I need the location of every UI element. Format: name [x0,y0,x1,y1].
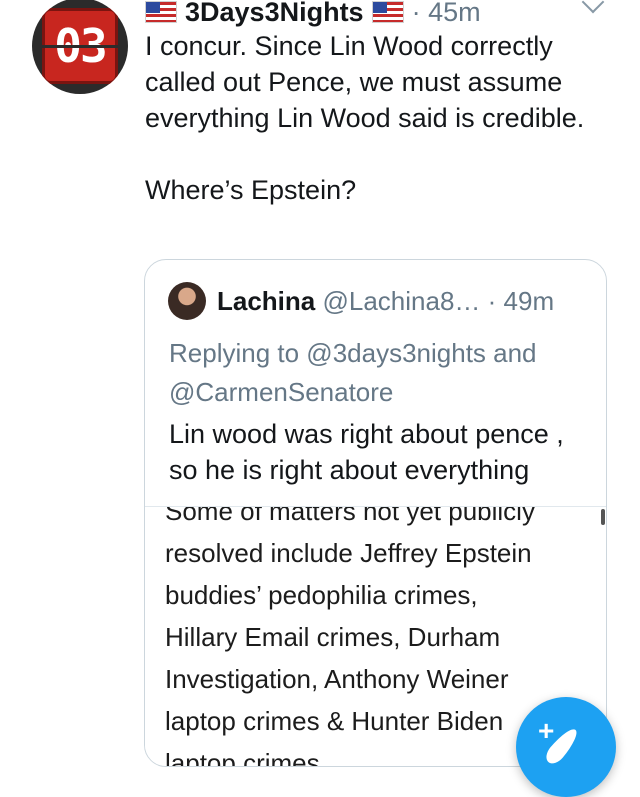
quoted-text: Lin wood was right about pence , so he i… [169,419,564,485]
quoted-author-name: Lachina [217,286,316,316]
image-text-line: Hillary Email crimes, Durham [165,622,501,652]
compose-tweet-button[interactable]: + [516,697,616,797]
author-avatar[interactable]: 03 [32,0,128,94]
quoted-avatar [168,282,206,320]
quoted-time: · 49m [487,286,555,316]
quoted-handle: @Lachina8… [322,286,481,316]
image-text-line: resolved include Jeffrey Epstein [165,538,532,568]
avatar-divider [42,45,118,48]
image-text-line: Some of matters not yet publicly [165,506,535,526]
scrollbar [601,509,605,525]
image-text-line: buddies’ pedophilia crimes, [165,580,478,610]
tweet-header: 3Days3Nights · 45m [145,0,481,28]
tweet-text: I concur. Since Lin Wood correctly calle… [145,28,605,208]
tweet-time[interactable]: · 45m [412,0,481,28]
chevron-down-icon[interactable] [581,0,605,14]
quoted-header: Lachina @Lachina8… · 49m [217,286,554,317]
image-text-line: Investigation, Anthony Weiner [165,664,509,694]
quoted-tweet[interactable]: Lachina @Lachina8… · 49m Replying to @3d… [144,259,607,767]
replying-to: Replying to @3days3nights and @CarmenSen… [169,338,537,407]
us-flag-icon [371,1,404,23]
author-name[interactable]: 3Days3Nights [185,0,364,28]
tweet-paragraph: I concur. Since Lin Wood correctly calle… [145,31,585,133]
us-flag-icon [145,1,177,23]
plus-icon: + [538,715,555,746]
tweet-paragraph: Where’s Epstein? [145,175,357,205]
